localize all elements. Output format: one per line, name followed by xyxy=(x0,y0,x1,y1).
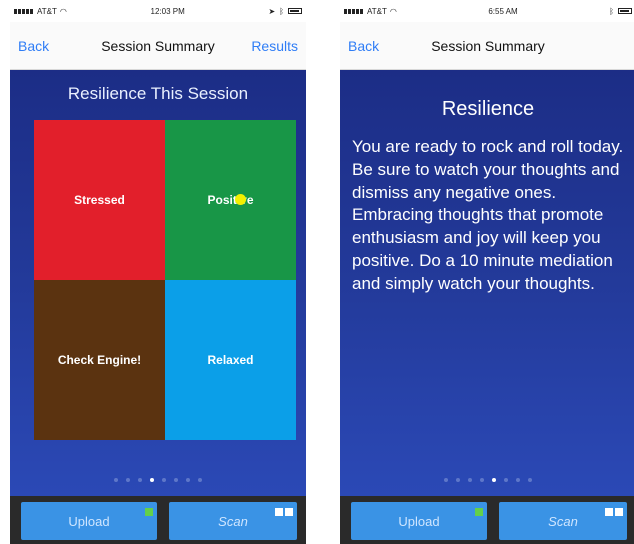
upload-status-indicator xyxy=(145,508,153,516)
quadrant-relaxed[interactable]: Relaxed xyxy=(165,280,296,440)
page-dot[interactable] xyxy=(480,478,484,482)
page-dot[interactable] xyxy=(138,478,142,482)
status-time: 12:03 PM xyxy=(150,6,185,16)
scan-label: Scan xyxy=(548,513,578,529)
bluetooth-icon: ᛒ xyxy=(279,6,284,16)
quadrant-positive[interactable]: Positive xyxy=(165,120,296,280)
carrier-label: AT&T xyxy=(367,6,387,16)
back-button[interactable]: Back xyxy=(348,38,379,54)
nav-title: Session Summary xyxy=(431,37,545,54)
scan-button[interactable]: Scan xyxy=(499,502,627,540)
signal-icon xyxy=(344,8,364,14)
page-dot[interactable] xyxy=(504,478,508,482)
quadrant-label: Relaxed xyxy=(207,353,254,367)
results-button[interactable]: Results xyxy=(251,38,298,54)
page-dot[interactable] xyxy=(126,478,130,482)
page-dot[interactable] xyxy=(174,478,178,482)
resilience-content[interactable]: Resilience This Session Stressed Positiv… xyxy=(10,70,306,496)
page-dot[interactable] xyxy=(468,478,472,482)
carrier-label: AT&T xyxy=(37,6,57,16)
page-dot[interactable] xyxy=(114,478,118,482)
wifi-icon: ◠ xyxy=(389,6,397,16)
page-dot[interactable] xyxy=(150,478,154,482)
status-time: 6:55 AM xyxy=(488,6,518,16)
upload-status-indicator xyxy=(475,508,483,516)
upload-button[interactable]: Upload xyxy=(21,502,157,540)
description-title: Resilience xyxy=(441,98,535,120)
left-phone-screen: AT&T ◠ 12:03 PM ➤ ᛒ Back Session Summary… xyxy=(10,0,306,544)
scan-button[interactable]: Scan xyxy=(169,502,297,540)
page-dot[interactable] xyxy=(492,478,496,482)
page-indicator[interactable] xyxy=(340,478,634,482)
scan-indicator-left xyxy=(275,508,283,516)
page-dot[interactable] xyxy=(528,478,532,482)
upload-button[interactable]: Upload xyxy=(351,502,487,540)
quadrant-label: Check Engine! xyxy=(57,353,142,367)
battery-icon xyxy=(617,8,632,14)
page-dot[interactable] xyxy=(456,478,460,482)
bottom-toolbar: Upload Scan xyxy=(340,496,634,544)
upload-label: Upload xyxy=(398,513,440,529)
quadrant-stressed[interactable]: Stressed xyxy=(34,120,165,280)
quadrant-check-engine[interactable]: Check Engine! xyxy=(34,280,165,440)
battery-icon xyxy=(287,8,302,14)
bluetooth-icon: ᛒ xyxy=(609,6,614,16)
bottom-toolbar: Upload Scan xyxy=(10,496,306,544)
quadrant-label: Positive xyxy=(207,193,254,207)
page-dot[interactable] xyxy=(186,478,190,482)
page-dot[interactable] xyxy=(198,478,202,482)
scan-indicator-right xyxy=(615,508,623,516)
status-bar: AT&T ◠ 12:03 PM ➤ ᛒ xyxy=(10,0,306,22)
description-text: You are ready to rock and roll today. Be… xyxy=(352,137,624,293)
navigation-bar: Back Session Summary xyxy=(340,22,634,70)
page-dot[interactable] xyxy=(162,478,166,482)
upload-label: Upload xyxy=(68,513,110,529)
page-indicator[interactable] xyxy=(10,478,306,482)
right-phone-screen: AT&T ◠ 6:55 AM ᛒ Back Session Summary Re… xyxy=(340,0,634,544)
scan-indicator-left xyxy=(605,508,613,516)
location-icon: ➤ xyxy=(268,6,276,16)
signal-icon xyxy=(14,8,34,14)
section-title: Resilience This Session xyxy=(67,84,249,103)
navigation-bar: Back Session Summary Results xyxy=(10,22,306,70)
scan-indicator-right xyxy=(285,508,293,516)
page-dot[interactable] xyxy=(516,478,520,482)
back-button[interactable]: Back xyxy=(18,38,49,54)
wifi-icon: ◠ xyxy=(59,6,67,16)
status-bar: AT&T ◠ 6:55 AM ᛒ xyxy=(340,0,634,22)
scan-label: Scan xyxy=(218,513,248,529)
page-dot[interactable] xyxy=(444,478,448,482)
resilience-quadrant-grid: Stressed Positive Check Engine! Relaxed xyxy=(34,120,296,440)
quadrant-label: Stressed xyxy=(74,193,125,207)
resilience-description[interactable]: Resilience You are ready to rock and rol… xyxy=(340,70,634,496)
session-marker-dot xyxy=(235,194,246,205)
